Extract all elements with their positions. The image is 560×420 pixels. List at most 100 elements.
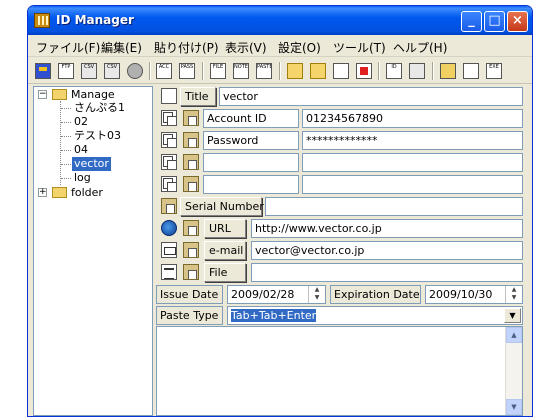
spin-up-icon[interactable]: ▲	[506, 286, 522, 294]
menu-file[interactable]: ファイル(F)	[36, 39, 100, 56]
tree-item[interactable]: 04	[74, 143, 88, 157]
field-name-custom-1[interactable]	[203, 153, 299, 172]
expiration-date-label: Expiration Date	[330, 285, 421, 304]
scroll-up-icon[interactable]: ▲	[506, 327, 522, 343]
menu-tools[interactable]: ツール(T)	[333, 39, 386, 56]
spin-up-icon[interactable]: ▲	[309, 286, 325, 294]
note-icon[interactable]: NOTE	[233, 63, 249, 79]
password-input[interactable]: *************	[302, 131, 523, 150]
custom-field-2-input[interactable]	[302, 175, 523, 194]
minimize-button[interactable]: _	[461, 11, 482, 32]
paste-icon[interactable]: PASTE	[256, 63, 272, 79]
scroll-down-icon[interactable]: ▼	[506, 399, 522, 415]
new-item-icon[interactable]	[310, 63, 326, 79]
file-input[interactable]	[251, 263, 523, 282]
save-icon[interactable]	[35, 63, 51, 79]
issue-date-value: 2009/02/28	[231, 288, 295, 301]
expiration-date-input[interactable]: 2009/10/30 ▲ ▼	[425, 285, 523, 304]
id-card-icon[interactable]: ID	[386, 63, 402, 79]
tree-item-selected[interactable]: vector	[72, 157, 111, 171]
menu-edit[interactable]: 編集(E)	[101, 39, 142, 56]
menu-bar: ファイル(F) 編集(E) 貼り付け(P) 表示(V) 設定(O) ツール(T)…	[28, 35, 532, 57]
title-bar[interactable]: ID Manager _ □ ×	[28, 6, 532, 35]
paste-icon[interactable]	[183, 110, 199, 126]
paste-icon[interactable]	[183, 176, 199, 192]
image-icon[interactable]	[409, 63, 425, 79]
paste-type-select[interactable]: Tab+Tab+Enter ▼	[227, 306, 523, 325]
serial-number-input[interactable]	[265, 197, 523, 216]
window-title: ID Manager	[56, 13, 134, 27]
account-id-icon[interactable]: ACC	[156, 63, 172, 79]
account-id-input[interactable]: 01234567890	[302, 109, 523, 128]
notes-textarea[interactable]: ▲ ▼	[156, 326, 523, 416]
export-icon[interactable]: CSV	[104, 63, 120, 79]
tree-item-folder[interactable]: folder	[71, 186, 103, 200]
mail-icon[interactable]	[161, 242, 177, 258]
title-input[interactable]: vector	[219, 87, 523, 106]
copy-icon[interactable]	[161, 154, 177, 170]
window-icon[interactable]	[463, 63, 479, 79]
paste-icon[interactable]	[183, 154, 199, 170]
menu-view[interactable]: 表示(V)	[225, 39, 267, 56]
tree-item[interactable]: さんぷる1	[74, 101, 125, 115]
toolbar: FTP CSV CSV ACC PASS FILE NOTE PASTE ID …	[28, 58, 532, 84]
paste-icon[interactable]	[183, 220, 199, 236]
expiration-date-spinner[interactable]: ▲ ▼	[505, 286, 522, 303]
field-name-custom-2[interactable]	[203, 175, 299, 194]
email-label[interactable]: e-mail	[204, 241, 246, 260]
file-label[interactable]: File	[204, 263, 246, 282]
paste-icon[interactable]	[183, 264, 199, 280]
paste-type-label: Paste Type	[156, 306, 223, 325]
paste-icon[interactable]	[183, 242, 199, 258]
tree-line	[61, 164, 71, 165]
menu-help[interactable]: ヘルプ(H)	[393, 39, 447, 56]
title-label[interactable]: Title	[180, 87, 216, 106]
field-name-account-id[interactable]: Account ID	[203, 109, 299, 128]
url-label[interactable]: URL	[204, 219, 246, 238]
csv-icon[interactable]: CSV	[81, 63, 97, 79]
new-page-icon[interactable]	[333, 63, 349, 79]
field-name-password[interactable]: Password	[203, 131, 299, 150]
close-button[interactable]: ×	[507, 11, 528, 32]
paste-icon[interactable]	[161, 198, 177, 214]
tree-item[interactable]: 02	[74, 115, 88, 129]
id-card-icon[interactable]	[161, 88, 177, 104]
copy-icon[interactable]	[161, 110, 177, 126]
dropdown-arrow-icon[interactable]: ▼	[504, 308, 521, 323]
folder-tree[interactable]: − Manage さんぷる1 02 テスト03 04 vector log + …	[33, 86, 153, 416]
toolbar-separator	[279, 62, 281, 80]
lock-icon[interactable]	[440, 63, 456, 79]
spin-down-icon[interactable]: ▼	[506, 294, 522, 302]
folder-open-icon	[52, 89, 67, 100]
spin-down-icon[interactable]: ▼	[309, 294, 325, 302]
tree-line	[61, 122, 71, 123]
password-icon[interactable]: PASS	[179, 63, 195, 79]
settings-icon[interactable]	[127, 63, 143, 79]
menu-paste[interactable]: 貼り付け(P)	[154, 39, 219, 56]
tree-item-manage[interactable]: Manage	[71, 88, 115, 102]
paste-icon[interactable]	[183, 132, 199, 148]
notes-scrollbar[interactable]: ▲ ▼	[505, 327, 522, 415]
collapse-icon[interactable]: −	[38, 90, 47, 99]
ftp-icon[interactable]: FTP	[58, 63, 74, 79]
copy-icon[interactable]	[161, 132, 177, 148]
menu-settings[interactable]: 設定(O)	[278, 39, 321, 56]
url-input[interactable]: http://www.vector.co.jp	[251, 219, 523, 238]
expand-icon[interactable]: +	[38, 188, 47, 197]
custom-field-1-input[interactable]	[302, 153, 523, 172]
delete-icon[interactable]	[356, 63, 372, 79]
app-icon[interactable]: EXE	[486, 63, 502, 79]
serial-number-label[interactable]: Serial Number	[180, 197, 264, 216]
file-icon[interactable]	[161, 264, 177, 280]
email-input[interactable]: vector@vector.co.jp	[251, 241, 523, 260]
file-icon[interactable]: FILE	[210, 63, 226, 79]
new-folder-icon[interactable]	[287, 63, 303, 79]
issue-date-input[interactable]: 2009/02/28 ▲ ▼	[227, 285, 326, 304]
copy-icon[interactable]	[161, 176, 177, 192]
tree-item[interactable]: テスト03	[74, 129, 121, 143]
issue-date-label: Issue Date	[156, 285, 223, 304]
issue-date-spinner[interactable]: ▲ ▼	[308, 286, 325, 303]
tree-item[interactable]: log	[74, 171, 91, 185]
globe-icon[interactable]	[161, 220, 177, 236]
maximize-button[interactable]: □	[484, 11, 505, 32]
